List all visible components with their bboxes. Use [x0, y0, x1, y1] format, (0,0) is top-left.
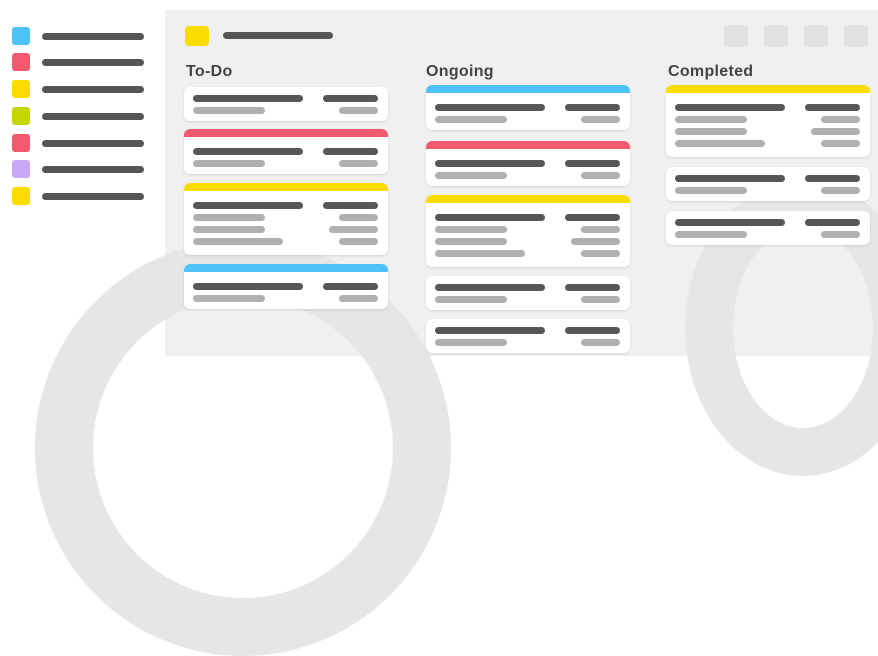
color-swatch	[12, 27, 30, 45]
color-swatch	[12, 107, 30, 125]
task-card[interactable]	[666, 211, 870, 245]
color-swatch	[12, 187, 30, 205]
task-card[interactable]	[426, 319, 630, 353]
sidebar	[0, 0, 165, 356]
color-swatch	[12, 134, 30, 152]
color-swatch	[12, 160, 30, 178]
toolbar-button[interactable]	[844, 25, 868, 47]
sidebar-item-label-placeholder	[42, 166, 144, 173]
sidebar-item-label-placeholder	[42, 86, 144, 93]
column-title-ongoing: Ongoing	[426, 63, 494, 80]
toolbar-button[interactable]	[804, 25, 828, 47]
task-card[interactable]	[426, 195, 630, 267]
task-card[interactable]	[184, 183, 388, 255]
toolbar-button[interactable]	[724, 25, 748, 47]
task-card[interactable]	[184, 87, 388, 121]
column-title-completed: Completed	[668, 63, 754, 80]
column-title-todo: To-Do	[186, 63, 233, 80]
color-swatch	[12, 53, 30, 71]
sidebar-item[interactable]	[12, 187, 152, 205]
board-icon	[185, 26, 209, 46]
task-card[interactable]	[666, 167, 870, 201]
sidebar-item[interactable]	[12, 53, 152, 71]
sidebar-item[interactable]	[12, 80, 152, 98]
color-swatch	[12, 80, 30, 98]
kanban-board: To-Do Ongoing Completed	[35, 10, 878, 656]
task-card[interactable]	[426, 276, 630, 310]
sidebar-item[interactable]	[12, 134, 152, 152]
board-title-placeholder	[223, 32, 333, 39]
sidebar-item-label-placeholder	[42, 193, 144, 200]
sidebar-item[interactable]	[12, 27, 152, 45]
sidebar-item-label-placeholder	[42, 33, 144, 40]
sidebar-item[interactable]	[12, 160, 152, 178]
task-card[interactable]	[184, 129, 388, 174]
task-card[interactable]	[184, 264, 388, 309]
task-card[interactable]	[426, 141, 630, 186]
sidebar-item-label-placeholder	[42, 59, 144, 66]
task-card[interactable]	[426, 85, 630, 130]
sidebar-item[interactable]	[12, 107, 152, 125]
sidebar-item-label-placeholder	[42, 113, 144, 120]
sidebar-item-label-placeholder	[42, 140, 144, 147]
toolbar-button[interactable]	[764, 25, 788, 47]
task-card[interactable]	[666, 85, 870, 157]
